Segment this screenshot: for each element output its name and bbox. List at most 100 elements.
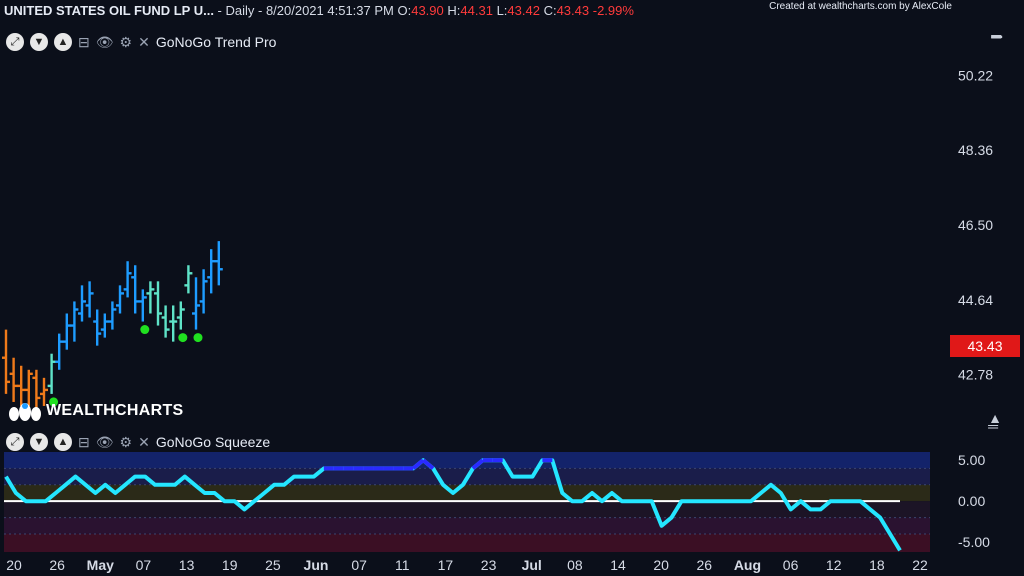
price-bar [78,285,86,322]
x-axis-tick-label: 19 [222,557,238,573]
wealthcharts-logo: WEALTHCHARTS [8,400,184,422]
expand-icon[interactable]: ⤢ [6,33,24,51]
price-bar [55,333,64,370]
chart-svg: 42.7844.6446.5048.3650.22 5.000.00-5.00 … [2,67,993,573]
price-bar [62,313,71,350]
price-bar [131,265,140,314]
close-value: 43.43 [556,3,590,18]
price-bar [138,289,147,322]
x-axis-tick-label: 17 [438,557,454,573]
price-bar [85,281,94,318]
square-minus-icon[interactable]: ⊟ [78,33,90,51]
low-label: L: [496,3,508,18]
panel-menu-icon[interactable]: ═ ▔ [991,29,1002,51]
price-bar [93,309,102,346]
squeeze-panel: 5.00 0.00 -5.00 [4,452,990,552]
timeframe-info: - Daily - 8/20/2021 4:51:37 PM O: [213,3,412,18]
price-bar [199,269,208,314]
chart-header: UNITED STATES OIL FUND LP U... - Daily -… [4,3,634,18]
close-label: C: [543,3,557,18]
move-down-icon[interactable]: ▼ [30,33,48,51]
price-bar [161,305,170,338]
price-bar [116,285,124,314]
x-axis-tick-label: Aug [734,557,761,573]
x-axis-tick-label: 08 [567,557,583,573]
x-axis-tick-label: 11 [395,557,410,573]
logo-text: WEALTHCHARTS [46,402,184,419]
x-axis-tick-label: 26 [49,557,65,573]
open-value: 43.90 [411,3,444,18]
move-down-icon[interactable]: ▼ [30,433,48,451]
price-bar [100,313,109,338]
credit-text: Created at wealthcharts.com by AlexCole [769,1,952,12]
indicator-name: GoNoGo Squeeze [155,434,271,450]
high-label: H: [447,3,461,18]
price-bar [214,241,223,286]
x-axis-tick-label: May [87,557,114,573]
expand-icon[interactable]: ⤢ [6,433,24,451]
price-bar [123,261,132,298]
symbol-name[interactable]: UNITED STATES OIL FUND LP U... [4,3,214,18]
move-up-icon[interactable]: ▲ [54,33,72,51]
low-value: 43.42 [507,3,540,18]
x-axis-tick-label: 26 [696,557,712,573]
price-bar [9,357,18,402]
price-bar [184,265,193,294]
price-bar [108,301,117,330]
x-axis-tick-label: 18 [869,557,885,573]
close-icon[interactable]: ✕ [138,33,150,51]
squeeze-band [4,452,930,469]
price-bar [192,277,200,330]
gear-icon[interactable]: ⚙ [120,33,133,51]
x-axis-tick-label: 14 [610,557,626,573]
price-bar [154,281,162,326]
x-axis-tick-label: 07 [136,557,152,573]
price-bar [47,353,56,394]
go-marker [140,325,150,335]
close-icon[interactable]: ✕ [138,433,150,451]
price-bar [146,281,155,314]
squeeze-indicator-toolbar: ⤢ ▼ ▲ ⊟ 👁 ⚙ ✕ GoNoGo Squeeze [6,432,270,452]
price-panel: 42.78 44.64 46.50 48.36 50.22 [2,67,993,410]
indicator-name: GoNoGo Trend Pro [155,34,277,50]
x-axis-tick-label: 12 [826,557,842,573]
x-axis-tick-label: 20 [653,557,669,573]
move-up-icon[interactable]: ▲ [54,433,72,451]
squeeze-band [4,484,930,502]
x-axis: 20 26 May 07 13 19 25 Jun 07 11 17 23 Jul 08 14 20 26 Aug… [6,557,928,573]
change-value: -2.99% [592,3,634,18]
chart-stage: 42.78 44.64 46.50 48.36 50.22 5.00 0.00 -5.00 … [0,0,1024,576]
squeeze-menu-icon[interactable]: ▲ ═ [988,411,1002,433]
x-axis-tick-label: 25 [265,557,281,573]
x-axis-tick-label: 20 [6,557,22,573]
price-axis-tick-label: 50.22 [958,67,993,83]
x-axis-tick-label: 13 [179,557,195,573]
price-bar [70,301,79,342]
x-axis-tick-label: 07 [351,557,367,573]
price-bar [176,301,185,330]
price-bar [207,249,216,294]
square-minus-icon[interactable]: ⊟ [78,433,90,451]
x-axis-tick-label: 06 [783,557,799,573]
price-axis-tick-label: 48.36 [958,142,993,158]
last-price-label: 43.43 [950,335,1020,357]
price-bar [2,329,10,394]
x-axis-tick-label: Jun [304,557,329,573]
eye-icon[interactable]: 👁 [96,33,114,51]
squeeze-axis-tick-label: 5.00 [958,452,985,468]
gear-icon[interactable]: ⚙ [120,433,133,451]
squeeze-band [4,533,930,552]
high-value: 44.31 [460,3,493,18]
go-marker [193,333,203,343]
squeeze-axis-tick-label: -5.00 [958,534,990,550]
price-axis-tick-label: 42.78 [958,367,993,383]
x-axis-tick-label: Jul [522,557,542,573]
price-bar [169,305,178,342]
x-axis-tick-label: 22 [912,557,928,573]
logo-icon [9,403,41,421]
squeeze-axis-tick-label: 0.00 [958,493,985,509]
price-indicator-toolbar: ⤢ ▼ ▲ ⊟ 👁 ⚙ ✕ GoNoGo Trend Pro [6,32,276,52]
price-axis-tick-label: 46.50 [958,217,993,233]
eye-icon[interactable]: 👁 [96,433,114,451]
squeeze-band [4,517,930,534]
